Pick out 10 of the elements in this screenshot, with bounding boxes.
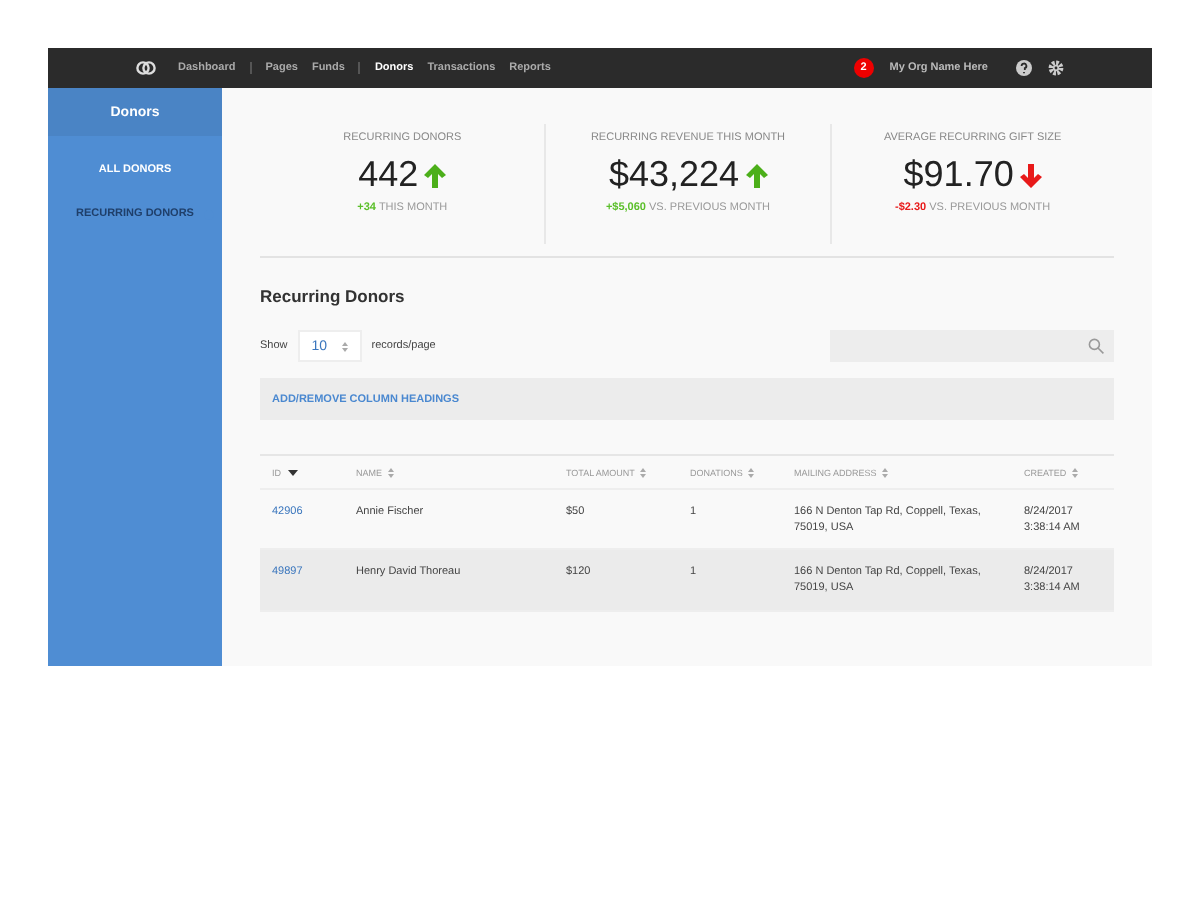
help-icon[interactable] <box>1016 60 1032 76</box>
logo-icon[interactable] <box>136 60 156 76</box>
stat-value: $43,224 <box>608 154 740 196</box>
sort-icon <box>341 341 348 351</box>
settings-icon[interactable] <box>1048 60 1064 76</box>
search-icon <box>1088 338 1104 354</box>
stat-value: 442 <box>358 154 419 196</box>
section-title: Recurring Donors <box>260 286 407 306</box>
search-field[interactable] <box>830 330 1114 362</box>
stat-value: $91.70 <box>903 154 1014 196</box>
